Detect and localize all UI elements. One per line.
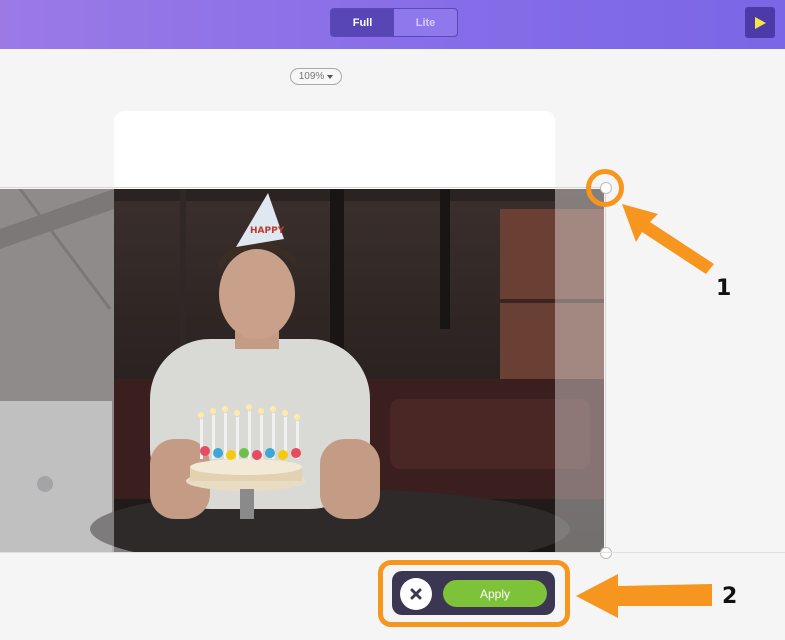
- callout-arrow-2: [576, 574, 712, 618]
- mode-lite-option[interactable]: Lite: [394, 9, 457, 36]
- preview-play-button[interactable]: [745, 7, 775, 38]
- mode-full-option[interactable]: Full: [331, 9, 394, 36]
- highlight-ring-handle: [586, 169, 624, 207]
- chevron-down-icon: [327, 74, 334, 79]
- crop-frame: [0, 187, 606, 554]
- callout-arrow-1: [622, 204, 714, 274]
- cancel-crop-button[interactable]: [400, 578, 432, 610]
- callout-number-2: 2: [722, 584, 738, 609]
- close-icon: [410, 588, 422, 600]
- editor-mode-toggle: Full Lite: [330, 8, 458, 37]
- canvas-divider: [0, 552, 785, 553]
- zoom-value: 109%: [298, 71, 325, 82]
- crop-resize-handle-bottom-right[interactable]: [600, 547, 612, 559]
- top-toolbar: Full Lite: [0, 0, 785, 49]
- play-icon: [755, 16, 766, 29]
- apply-crop-button[interactable]: Apply: [443, 580, 547, 607]
- callout-number-1: 1: [716, 276, 732, 301]
- zoom-dropdown[interactable]: 109%: [290, 68, 342, 85]
